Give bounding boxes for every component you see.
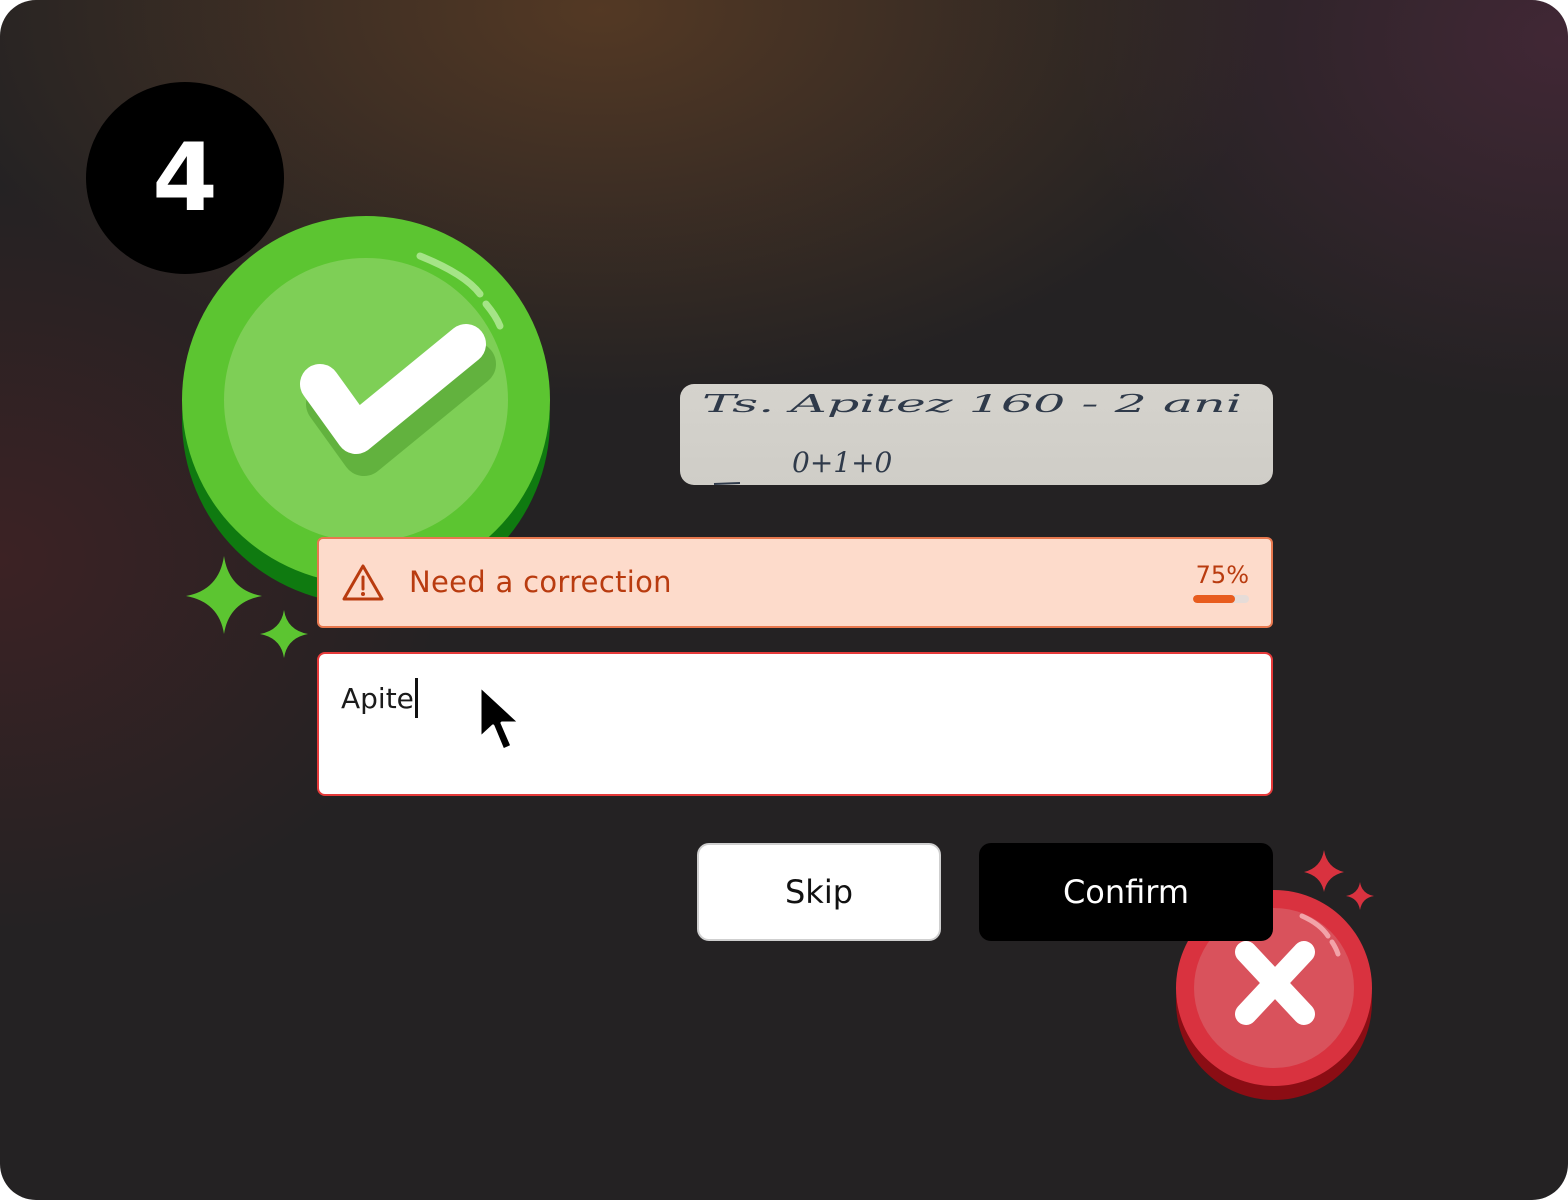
warning-triangle-icon: [342, 564, 384, 601]
confidence-value: 75%: [1195, 561, 1249, 589]
correction-input[interactable]: Apite: [317, 652, 1273, 796]
red-sparkle-icon: [1304, 850, 1374, 910]
confidence-bar-fill: [1193, 595, 1235, 603]
handwriting-line-1: Ts. Apitez 160 - 2 ani: [702, 390, 1242, 418]
alert-message: Need a correction: [409, 565, 672, 599]
mouse-pointer-icon: [478, 684, 522, 752]
sparkle-icon: [186, 556, 308, 658]
confirm-button[interactable]: Confirm: [979, 843, 1273, 941]
text-caret: [414, 678, 418, 718]
skip-button[interactable]: Skip: [697, 843, 941, 941]
handwriting-line-2: 0+1+0: [792, 446, 892, 479]
confirm-button-label: Confirm: [1062, 873, 1190, 911]
handwriting-image: Ts. Apitez 160 - 2 ani 0+1+0: [680, 384, 1273, 485]
correction-alert: Need a correction 75%: [317, 537, 1273, 628]
correction-input-content: Apite: [341, 678, 418, 718]
skip-button-label: Skip: [784, 873, 854, 911]
handwriting-scribble: Ts. Apitez 160 - 2 ani 0+1+0: [702, 390, 1242, 485]
confidence-bar: [1193, 595, 1249, 603]
app-window: 4 Ts. Apitez 160 - 2 ani 0+1+0 Need a co…: [0, 0, 1568, 1200]
correction-input-value: Apite: [341, 681, 414, 715]
